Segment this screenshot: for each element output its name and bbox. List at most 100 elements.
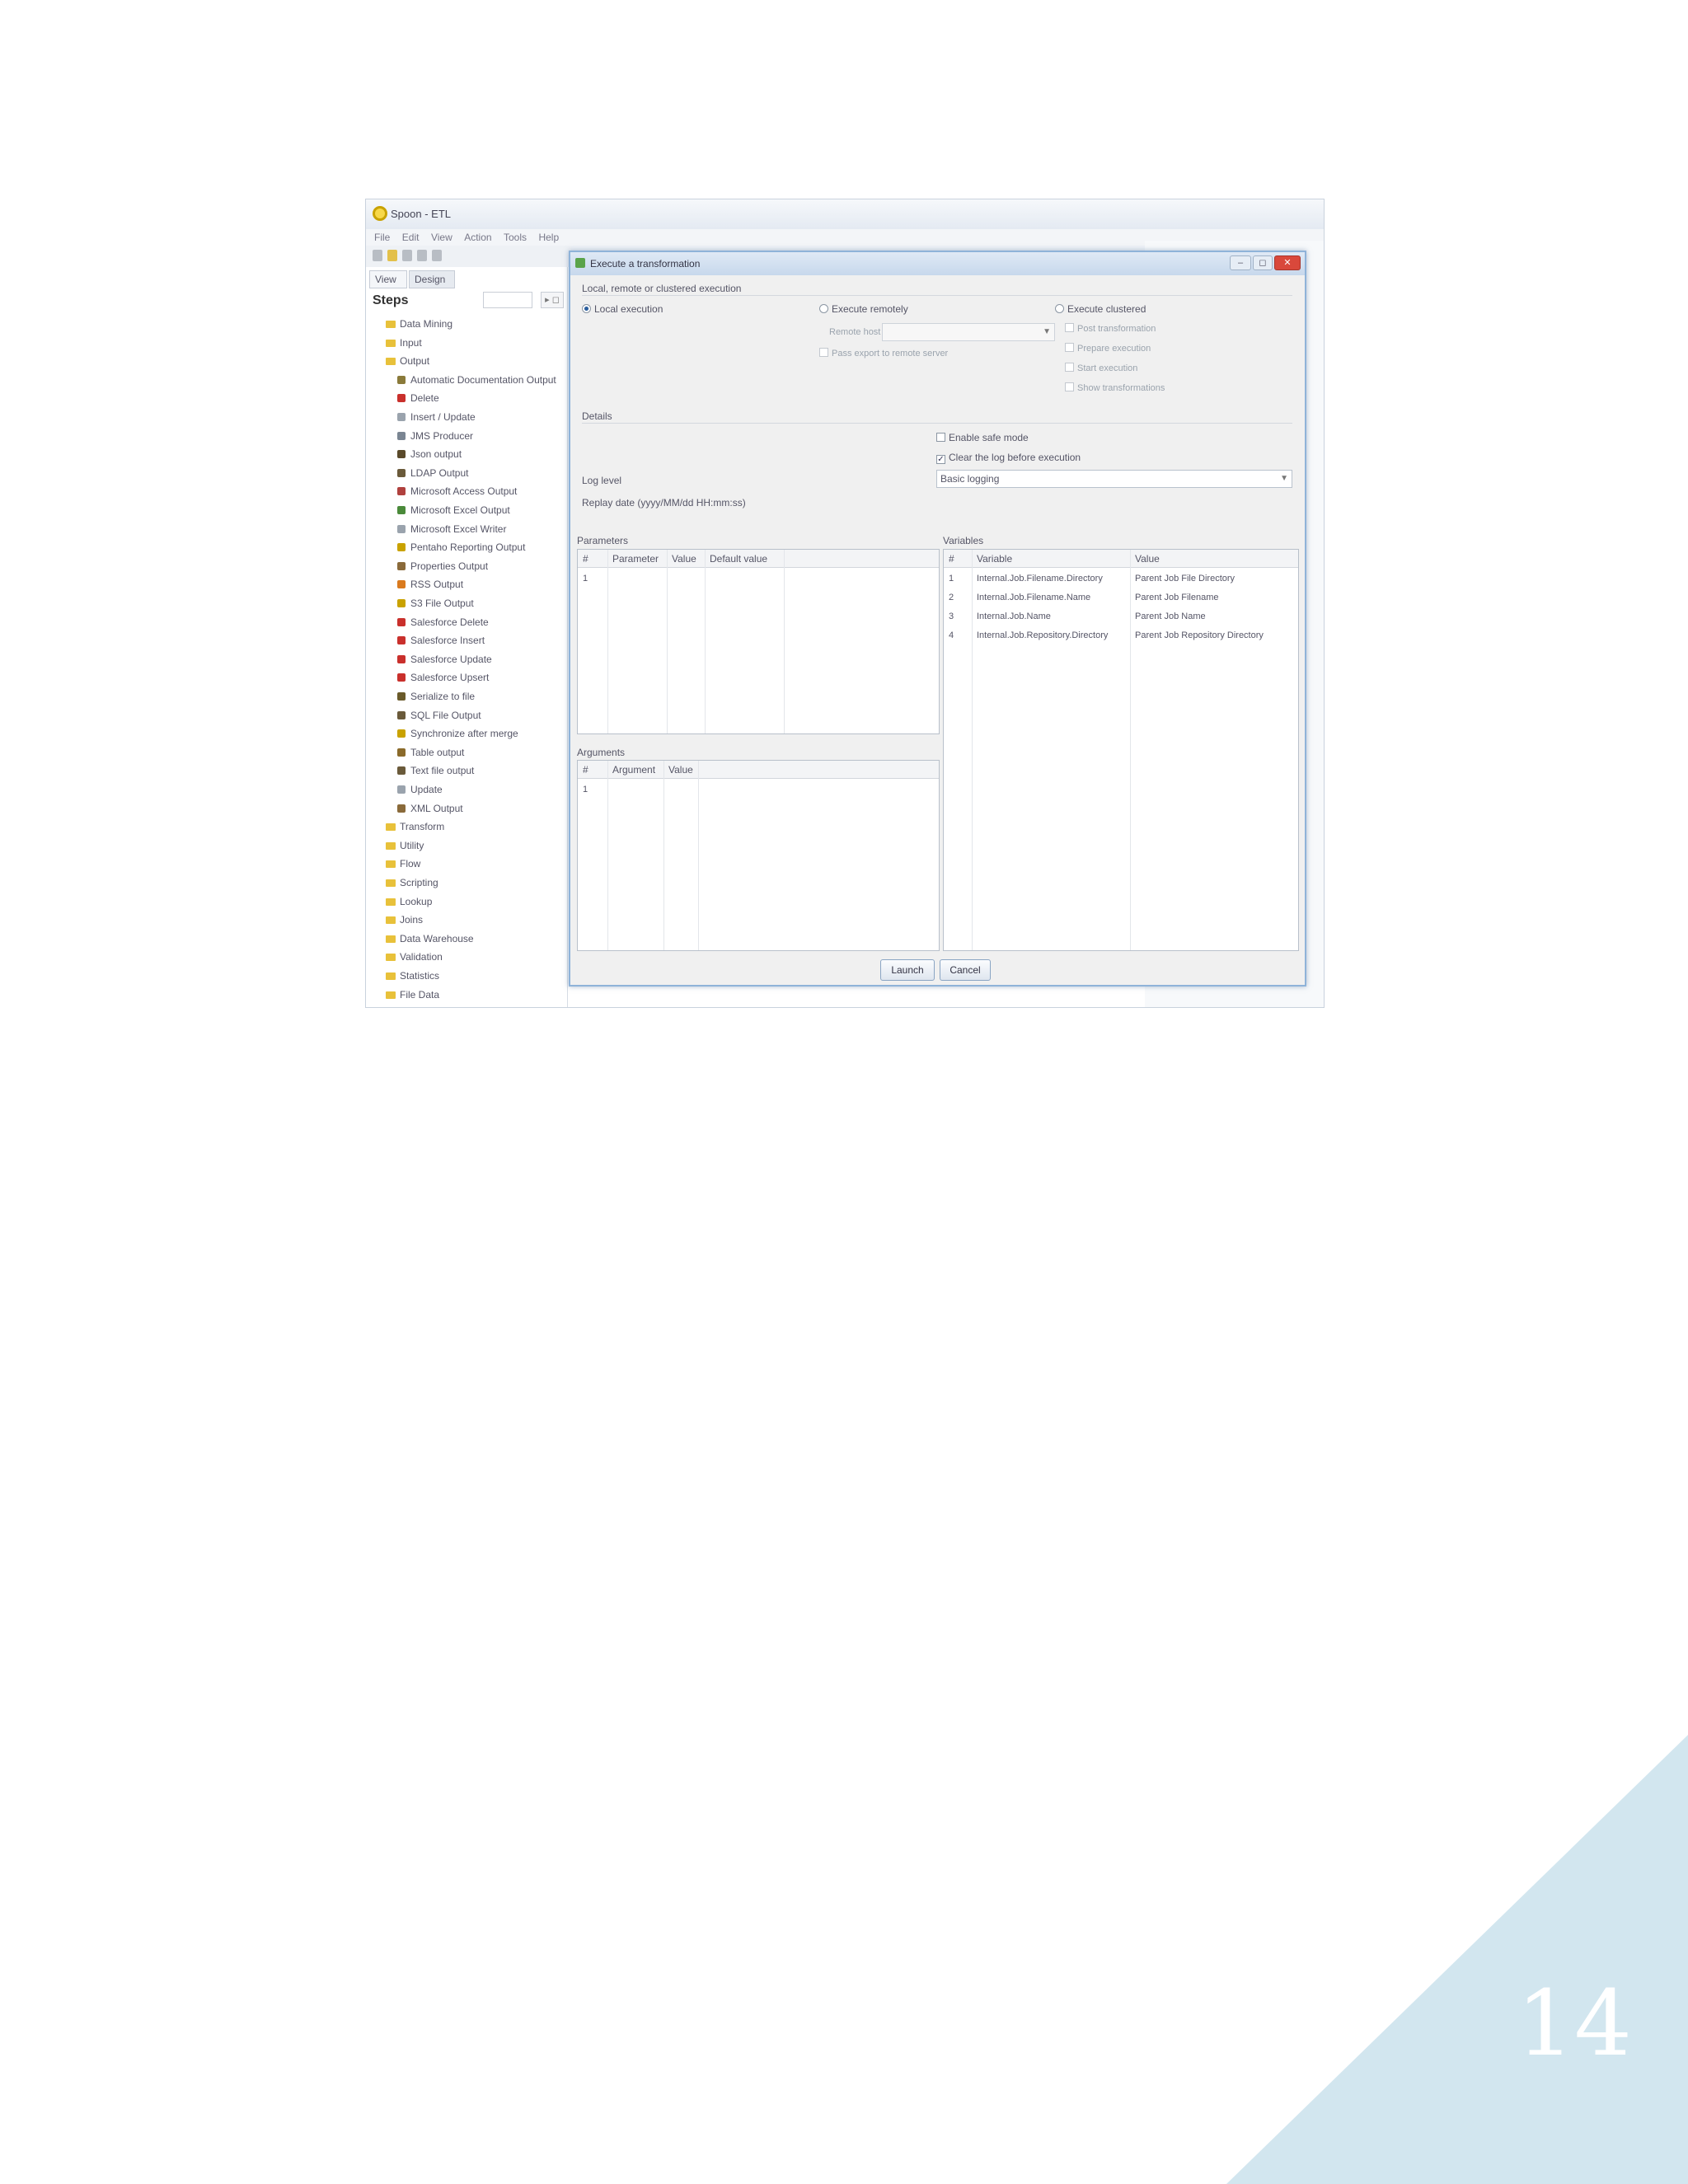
local-execution-label: Local execution: [594, 303, 663, 315]
tree-item-label: Update: [410, 784, 443, 795]
clear-log-checkbox[interactable]: ✓: [936, 455, 945, 464]
tree-step[interactable]: LDAP Output: [397, 464, 469, 482]
tree-folder[interactable]: File Data: [386, 986, 439, 1004]
tree-step[interactable]: Serialize to file: [397, 687, 475, 705]
cancel-button[interactable]: Cancel: [940, 959, 991, 981]
arguments-table[interactable]: # Argument Value 1: [577, 760, 940, 951]
table-row[interactable]: 2 Internal.Job.Filename.Name Parent Job …: [944, 588, 1298, 607]
tree-step[interactable]: RSS Output: [397, 575, 463, 593]
table-row[interactable]: 3 Internal.Job.Name Parent Job Name: [944, 607, 1298, 626]
tree-step[interactable]: Update: [397, 780, 443, 799]
clear-log-option[interactable]: ✓ Clear the log before execution: [936, 452, 1081, 464]
show-transformations-checkbox[interactable]: [1065, 382, 1074, 391]
folder-icon: [386, 935, 396, 943]
local-execution-option[interactable]: Local execution: [582, 303, 663, 315]
remote-host-select[interactable]: ▼: [882, 323, 1055, 341]
tree-step[interactable]: Salesforce Insert: [397, 631, 485, 649]
tree-folder[interactable]: Data Warehouse: [386, 930, 474, 948]
tree-step[interactable]: S3 File Output: [397, 594, 474, 612]
tree-step[interactable]: SQL File Output: [397, 706, 481, 724]
menu-edit[interactable]: Edit: [402, 229, 420, 246]
safe-mode-option[interactable]: Enable safe mode: [936, 432, 1029, 443]
table-row[interactable]: 1: [578, 780, 939, 799]
tree-item-label: Delete: [410, 392, 439, 405]
tree-item-label: S3 File Output: [410, 598, 474, 609]
start-execution-checkbox[interactable]: [1065, 363, 1074, 372]
tree-step[interactable]: Microsoft Access Output: [397, 482, 517, 500]
pass-export-option[interactable]: Pass export to remote server: [819, 348, 948, 359]
tree-folder[interactable]: Utility: [386, 837, 424, 855]
tree-folder[interactable]: Transform: [386, 818, 444, 836]
cluster-option-show[interactable]: Show transformations: [1065, 382, 1165, 394]
parameters-table[interactable]: # Parameter Value Default value 1: [577, 549, 940, 734]
tree-step[interactable]: XML Output: [397, 799, 463, 818]
tree-folder[interactable]: Scripting: [386, 874, 438, 892]
tree-step[interactable]: Salesforce Update: [397, 650, 492, 668]
tree-folder[interactable]: Output: [386, 352, 429, 370]
menu-action[interactable]: Action: [464, 229, 491, 246]
step-icon: [397, 654, 406, 663]
tree-step[interactable]: Salesforce Delete: [397, 613, 489, 631]
menu-help[interactable]: Help: [538, 229, 559, 246]
tab-view[interactable]: View: [369, 270, 407, 288]
close-button[interactable]: ✕: [1274, 255, 1301, 270]
execute-remotely-option[interactable]: Execute remotely: [819, 303, 908, 315]
safe-mode-checkbox[interactable]: [936, 433, 945, 442]
minimize-button[interactable]: –: [1230, 255, 1251, 270]
tree-folder[interactable]: Flow: [386, 855, 420, 873]
prepare-execution-checkbox[interactable]: [1065, 343, 1074, 352]
tab-design[interactable]: Design: [409, 270, 455, 288]
menu-view[interactable]: View: [431, 229, 452, 246]
execute-clustered-label: Execute clustered: [1067, 303, 1146, 315]
execute-remotely-radio[interactable]: [819, 304, 828, 313]
tree-step[interactable]: Microsoft Excel Output: [397, 501, 510, 519]
tree-folder[interactable]: Statistics: [386, 967, 439, 985]
cluster-option-post[interactable]: Post transformation: [1065, 323, 1156, 335]
table-row[interactable]: 1 Internal.Job.Filename.Directory Parent…: [944, 569, 1298, 588]
tree-step[interactable]: Synchronize after merge: [397, 724, 518, 743]
new-file-icon[interactable]: [373, 250, 382, 261]
steps-expand-buttons[interactable]: ▸ ◻: [541, 292, 564, 308]
cluster-option-start[interactable]: Start execution: [1065, 363, 1137, 374]
tree-folder[interactable]: Data Mining: [386, 315, 452, 333]
launch-button[interactable]: Launch: [880, 959, 935, 981]
save-as-icon[interactable]: [432, 250, 442, 261]
tree-step[interactable]: JMS Producer: [397, 427, 473, 445]
tree-step[interactable]: Json output: [397, 445, 462, 463]
maximize-button[interactable]: ◻: [1253, 255, 1273, 270]
execute-clustered-radio[interactable]: [1055, 304, 1064, 313]
tree-item-label: Microsoft Access Output: [410, 485, 518, 498]
post-transformation-checkbox[interactable]: [1065, 323, 1074, 332]
tree-folder[interactable]: Joins: [386, 911, 423, 929]
tree-step[interactable]: Delete: [397, 389, 439, 407]
menu-file[interactable]: File: [374, 229, 390, 246]
tree-step[interactable]: Microsoft Excel Writer: [397, 520, 506, 538]
table-row[interactable]: 1: [578, 569, 939, 588]
execute-clustered-option[interactable]: Execute clustered: [1055, 303, 1146, 315]
explore-repository-icon[interactable]: [402, 250, 412, 261]
tree-folder[interactable]: Validation: [386, 948, 443, 966]
variables-table[interactable]: # Variable Value 1 Internal.Job.Filename…: [943, 549, 1299, 951]
steps-search-input[interactable]: [483, 292, 532, 308]
table-row[interactable]: 4 Internal.Job.Repository.Directory Pare…: [944, 626, 1298, 644]
local-execution-radio[interactable]: [582, 304, 591, 313]
tree-step[interactable]: Salesforce Upsert: [397, 668, 489, 687]
save-icon[interactable]: [417, 250, 427, 261]
tree-step[interactable]: Pentaho Reporting Output: [397, 538, 525, 556]
tree-step[interactable]: Automatic Documentation Output: [397, 371, 556, 389]
pass-export-checkbox[interactable]: [819, 348, 828, 357]
tree-folder[interactable]: Input: [386, 334, 422, 352]
cluster-option-prepare[interactable]: Prepare execution: [1065, 343, 1151, 354]
spoon-logo-icon: [373, 206, 387, 221]
tree-step[interactable]: Table output: [397, 743, 464, 762]
menu-tools[interactable]: Tools: [504, 229, 527, 246]
variables-row-value: Parent Job Name: [1135, 612, 1206, 621]
log-level-select[interactable]: Basic logging ▼: [936, 470, 1292, 488]
tree-step[interactable]: Properties Output: [397, 557, 488, 575]
tree-step[interactable]: Text file output: [397, 762, 474, 780]
tree-step[interactable]: Insert / Update: [397, 408, 476, 426]
tree-folder[interactable]: Lookup: [386, 893, 432, 911]
arguments-col-value: Value: [668, 764, 693, 776]
step-icon: [397, 394, 406, 403]
open-folder-icon[interactable]: [387, 250, 397, 261]
